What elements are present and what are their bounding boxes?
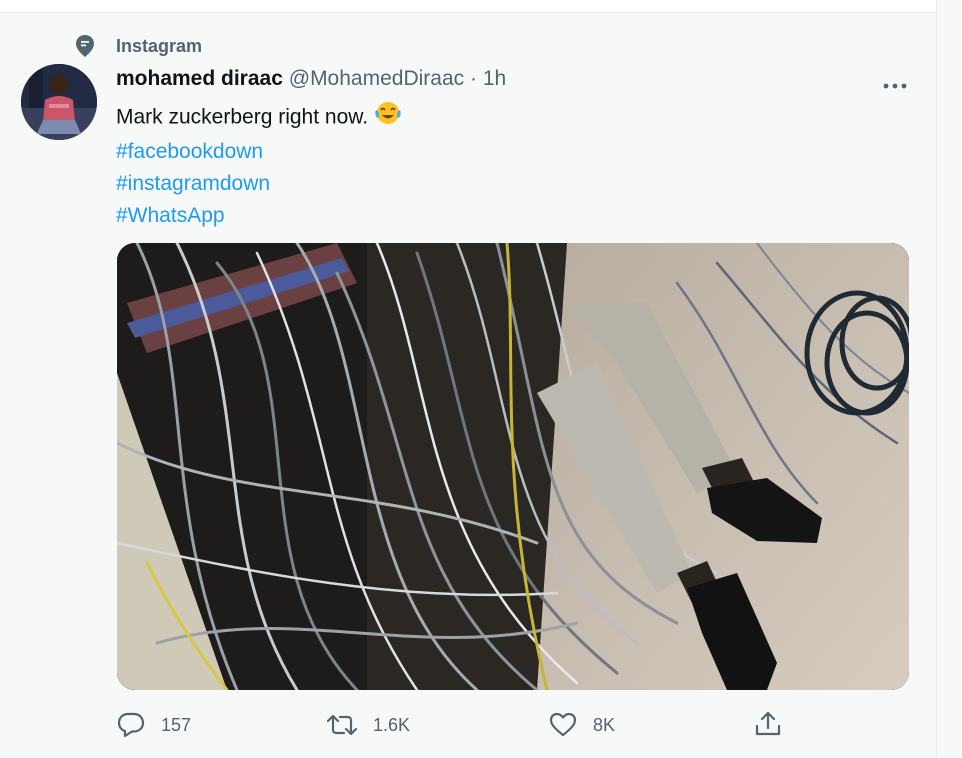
reply-count: 157	[161, 714, 192, 735]
hashtag-facebookdown[interactable]: #facebookdown	[116, 136, 402, 168]
reply-button[interactable]: 157	[117, 712, 191, 738]
retweet-count: 1.6K	[373, 714, 411, 735]
separator-dot: ·	[469, 67, 477, 90]
reply-icon	[117, 712, 145, 738]
share-icon	[754, 710, 782, 738]
tweet-header: mohamed diraac @MohamedDiraac · 1h	[116, 67, 506, 93]
tweet-body: Mark zuckerberg right now.	[116, 105, 369, 129]
column-divider	[936, 0, 937, 758]
like-button[interactable]: 8K	[549, 712, 615, 738]
topic-icon	[74, 34, 96, 58]
more-options-icon[interactable]	[880, 76, 910, 96]
retweet-button[interactable]: 1.6K	[327, 712, 410, 738]
tweet-image[interactable]	[117, 243, 909, 690]
tweet-text-line: Mark zuckerberg right now.	[116, 100, 402, 136]
avatar[interactable]	[21, 64, 97, 140]
tweet-text: Mark zuckerberg right now. #facebookdown…	[116, 100, 402, 232]
author-name[interactable]: mohamed diraac	[116, 67, 283, 90]
hashtag-instagramdown[interactable]: #instagramdown	[116, 168, 402, 200]
tweet-card[interactable]: Instagram mohamed diraac @MohamedDiraac …	[0, 14, 936, 758]
like-count: 8K	[593, 714, 616, 735]
retweet-icon	[327, 712, 357, 738]
author-handle[interactable]: @MohamedDiraac	[289, 67, 464, 90]
hashtag-whatsapp[interactable]: #WhatsApp	[116, 200, 402, 232]
share-button[interactable]	[754, 710, 782, 738]
top-edge	[0, 0, 936, 13]
timestamp[interactable]: 1h	[483, 67, 506, 90]
topic-label[interactable]: Instagram	[116, 36, 202, 57]
tweet-actions: 157 1.6K 8K	[0, 706, 936, 746]
tears-of-joy-emoji	[374, 100, 402, 136]
heart-icon	[549, 712, 577, 738]
